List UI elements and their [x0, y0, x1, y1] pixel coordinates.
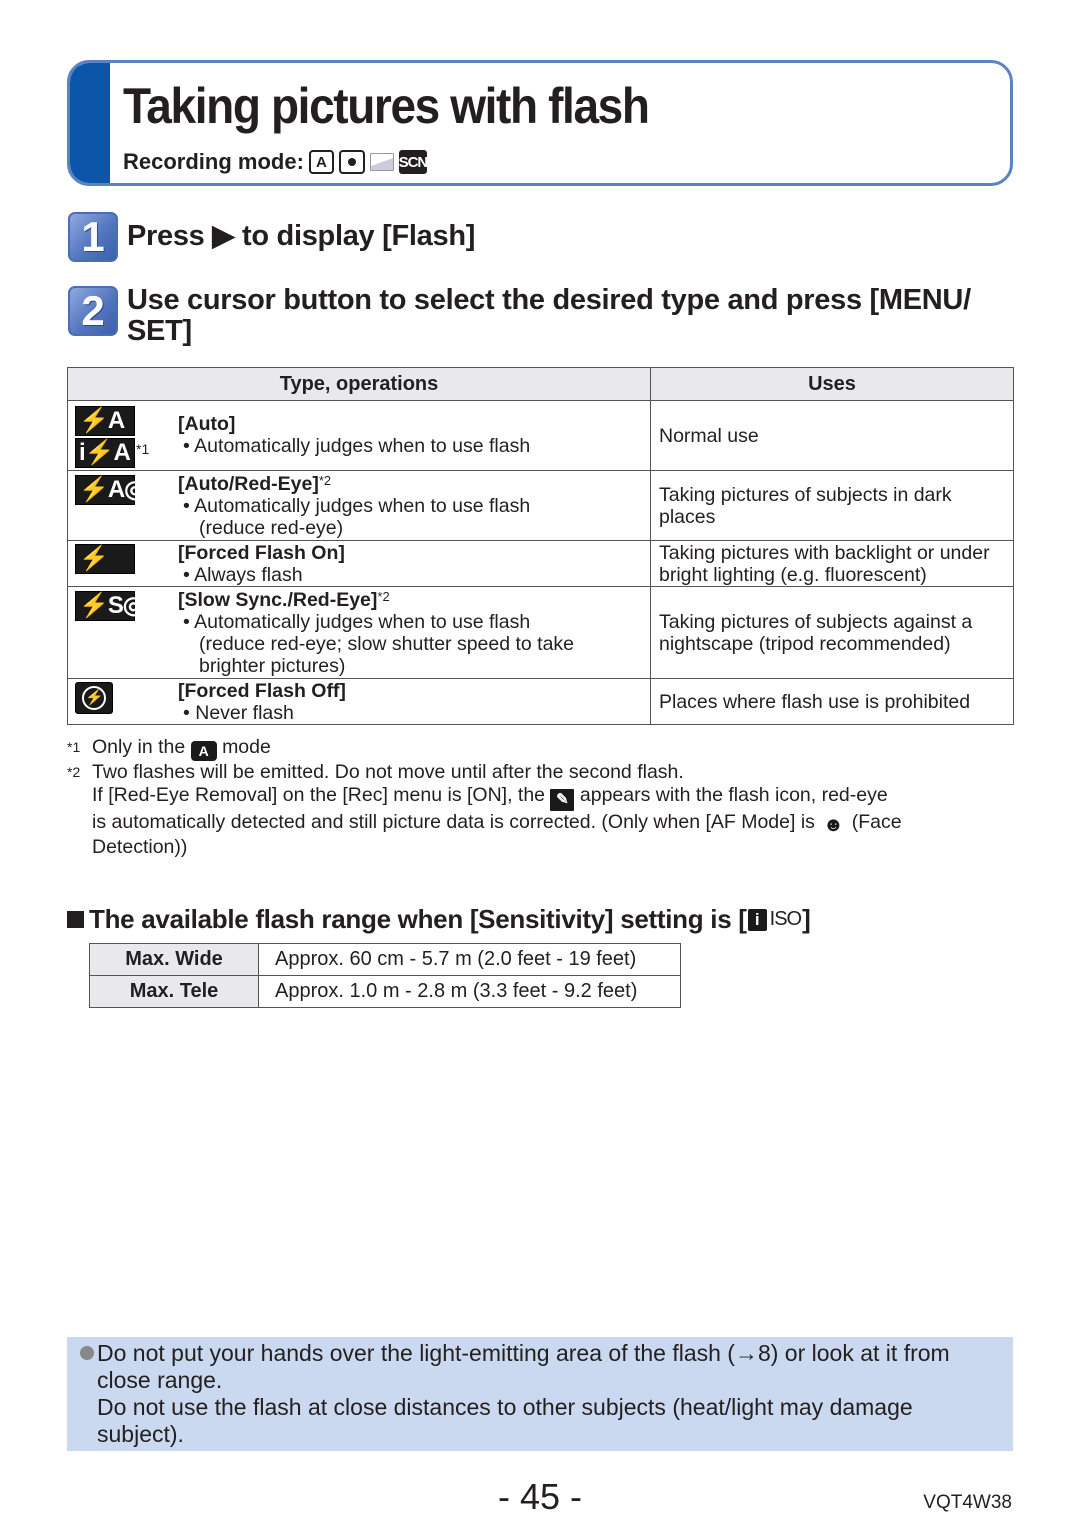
heading-text: The available flash range when [Sensitiv… [89, 904, 747, 934]
flash-use: Normal use [650, 400, 1014, 471]
bullet-icon [80, 1346, 94, 1360]
flash-type-description: • Automatically judges when to use flash [183, 495, 531, 517]
flash-auto-red-eye-icon: ⚡A◎ [75, 475, 145, 505]
footnote-marker: *1 [67, 739, 81, 755]
flash-auto-icon: ⚡A [75, 406, 135, 436]
caution-text-2: Do not use the flash at close distances … [97, 1394, 913, 1447]
footnote-marker: *2 [67, 764, 81, 781]
step-text: Press ▶ to display [Flash] [127, 220, 476, 252]
flash-range-table: Max. Wide Approx. 60 cm - 5.7 m (2.0 fee… [89, 943, 681, 1008]
flash-type-description: (reduce red-eye) [199, 517, 344, 539]
footnote-text: If [Red-Eye Removal] on the [Rec] menu i… [92, 783, 546, 806]
flash-use: Places where flash use is prohibited [650, 678, 1014, 725]
footnote-text: Only in the [92, 736, 186, 758]
red-eye-removal-icon: ✎ [550, 789, 575, 811]
footnote-1: *1 Only in the A mode [67, 736, 1007, 762]
page-title: Taking pictures with flash [123, 78, 650, 134]
step-1: 1 Press ▶ to display [Flash] [68, 212, 475, 262]
flash-type-description: (reduce red-eye; slow shutter speed to t… [199, 633, 575, 655]
step-2: 2 Use cursor button to select the desire… [68, 284, 1017, 347]
page-number: - 45 - [497, 1476, 583, 1517]
flash-type-description: brighter pictures) [199, 655, 346, 677]
table-row: Max. Wide Approx. 60 cm - 5.7 m (2.0 fee… [89, 943, 681, 976]
footnote-marker: *2 [377, 589, 390, 604]
face-detection-icon: ☻ [822, 814, 844, 836]
footnote-text: Detection)) [92, 836, 188, 859]
step-number-badge: 1 [68, 212, 118, 262]
flash-type-title: [Auto/Red-Eye] [178, 473, 319, 495]
flash-type-description: • Never flash [183, 702, 294, 724]
footnote-2: *2 Two flashes will be emitted. Do not m… [67, 761, 1007, 859]
document-code: VQT4W38 [923, 1492, 1012, 1513]
recording-mode-row: Recording mode: A SCN [123, 149, 428, 175]
footnote-text: (Face [851, 811, 902, 833]
range-label: Max. Tele [89, 975, 259, 1008]
footnotes: *1 Only in the A mode *2 Two flashes wil… [67, 736, 1007, 859]
step-text: Use cursor button to select the desired … [127, 284, 971, 347]
flash-type-title: [Slow Sync./Red-Eye] [178, 589, 378, 611]
iso-i-glyph: i [747, 908, 767, 931]
recording-mode-label: Recording mode: [123, 149, 304, 174]
footnote-text: appears with the flash icon, red-eye [579, 783, 888, 806]
caution-box: Do not put your hands over the light-emi… [67, 1337, 1013, 1451]
flash-use: Taking pictures of subjects in dark plac… [650, 470, 1014, 541]
column-header-type: Type, operations [67, 367, 651, 401]
square-bullet-icon [67, 911, 84, 928]
step-number-badge: 2 [68, 286, 118, 336]
intelligent-iso-icon: i ISO [747, 908, 802, 931]
flash-type-table: Type, operations Uses ⚡A i⚡A *1 [Auto] • … [67, 367, 1014, 725]
flash-type-title: [Auto] [178, 413, 236, 435]
footnote-marker: *1 [136, 441, 150, 457]
column-header-uses: Uses [650, 367, 1014, 401]
footnote-marker: *2 [318, 473, 332, 488]
page-title-box: Taking pictures with flash Recording mod… [67, 60, 1013, 186]
table-header-row: Type, operations Uses [67, 367, 1014, 401]
intelligent-auto-icon: A [308, 150, 334, 174]
normal-picture-icon [338, 150, 365, 174]
table-row: Max. Tele Approx. 1.0 m - 2.8 m (3.3 fee… [89, 975, 681, 1008]
caution-text-1: Do not put your hands over the light-emi… [97, 1340, 950, 1393]
range-label: Max. Wide [89, 943, 259, 976]
table-row: ⚡S◎ [Slow Sync./Red-Eye]*2 • Automatical… [67, 586, 1014, 679]
scene-mode-icon: SCN [399, 150, 428, 174]
flash-type-description: • Automatically judges when to use flash [183, 611, 531, 633]
flash-type-title: [Forced Flash Off] [178, 680, 346, 702]
flash-type-description: • Always flash [183, 564, 303, 586]
panorama-icon [369, 153, 394, 171]
footnote-text: Two flashes will be emitted. Do not move… [92, 761, 684, 784]
flash-use: Taking pictures of subjects against a ni… [650, 586, 1014, 679]
footnote-text: mode [222, 736, 271, 758]
flash-type-description: • Automatically judges when to use flash [183, 435, 531, 457]
forced-flash-off-icon: ⚡ [75, 682, 113, 714]
slow-sync-red-eye-icon: ⚡S◎ [75, 591, 144, 621]
range-value: Approx. 1.0 m - 2.8 m (3.3 feet - 9.2 fe… [258, 975, 681, 1008]
heading-text: ] [802, 904, 811, 934]
intelligent-flash-auto-icon: i⚡A [75, 438, 135, 468]
flash-range-heading: The available flash range when [Sensitiv… [67, 904, 811, 935]
iso-text-glyph: ISO [769, 908, 802, 930]
table-row: ⚡ [Forced Flash On] • Always flash Takin… [67, 540, 1014, 587]
table-row: ⚡A◎ [Auto/Red-Eye]*2 • Automatically jud… [67, 470, 1014, 541]
table-row: ⚡ [Forced Flash Off] • Never flash Place… [67, 678, 1014, 725]
flash-type-title: [Forced Flash On] [178, 542, 345, 564]
footnote-text: is automatically detected and still pict… [92, 811, 815, 833]
table-row: ⚡A i⚡A *1 [Auto] • Automatically judges w… [67, 400, 1014, 471]
title-accent-bar [70, 63, 110, 183]
forced-flash-on-icon: ⚡ [75, 544, 135, 574]
flash-use: Taking pictures with backlight or under … [650, 540, 1014, 587]
range-value: Approx. 60 cm - 5.7 m (2.0 feet - 19 fee… [258, 943, 681, 976]
intelligent-auto-icon: A [190, 741, 217, 762]
